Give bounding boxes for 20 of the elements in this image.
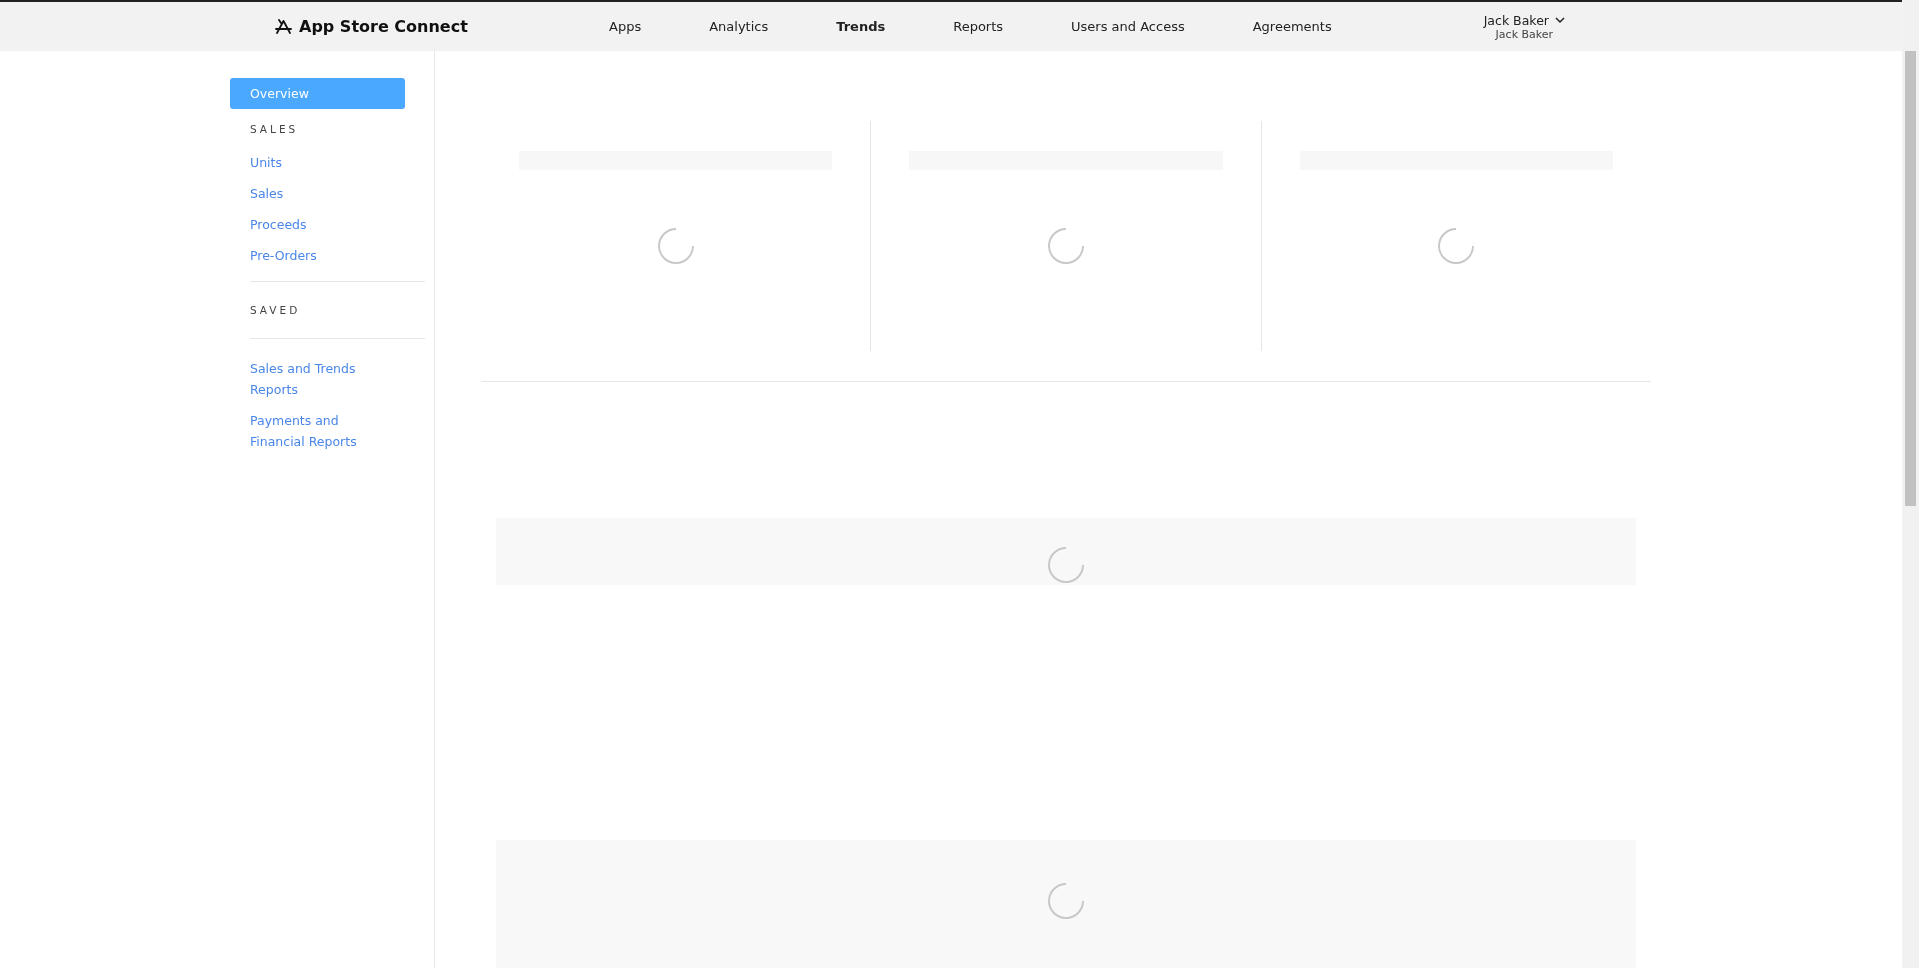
- nav-link[interactable]: Users and Access: [1037, 19, 1219, 34]
- sidebar-item[interactable]: Sales and Trends Reports: [230, 353, 405, 405]
- section-heading: SALES: [249, 122, 300, 137]
- chevron-down-icon: [1555, 16, 1565, 24]
- sidebar-item[interactable]: Payments and Financial Reports: [230, 405, 405, 457]
- sidebar-item[interactable]: Sales: [230, 178, 405, 209]
- user-menu-button[interactable]: Jack Baker: [1483, 12, 1565, 28]
- nav-link[interactable]: Apps: [575, 19, 676, 34]
- sidebar-item[interactable]: Pre-Orders: [230, 240, 405, 271]
- team-name: Jack Baker: [1495, 27, 1554, 41]
- app-store-logo-icon: [275, 18, 292, 35]
- nav-link[interactable]: Reports: [919, 19, 1038, 34]
- scrollbar[interactable]: [1902, 0, 1919, 968]
- sidebar-item[interactable]: Proceeds: [230, 209, 405, 240]
- app-title: App Store Connect: [299, 17, 468, 36]
- nav-link[interactable]: Analytics: [675, 19, 803, 34]
- nav-link[interactable]: Trends: [802, 19, 920, 34]
- sidebar-item[interactable]: Units: [230, 147, 405, 178]
- section-heading: SAVED: [249, 303, 302, 318]
- nav-link[interactable]: Agreements: [1218, 19, 1366, 34]
